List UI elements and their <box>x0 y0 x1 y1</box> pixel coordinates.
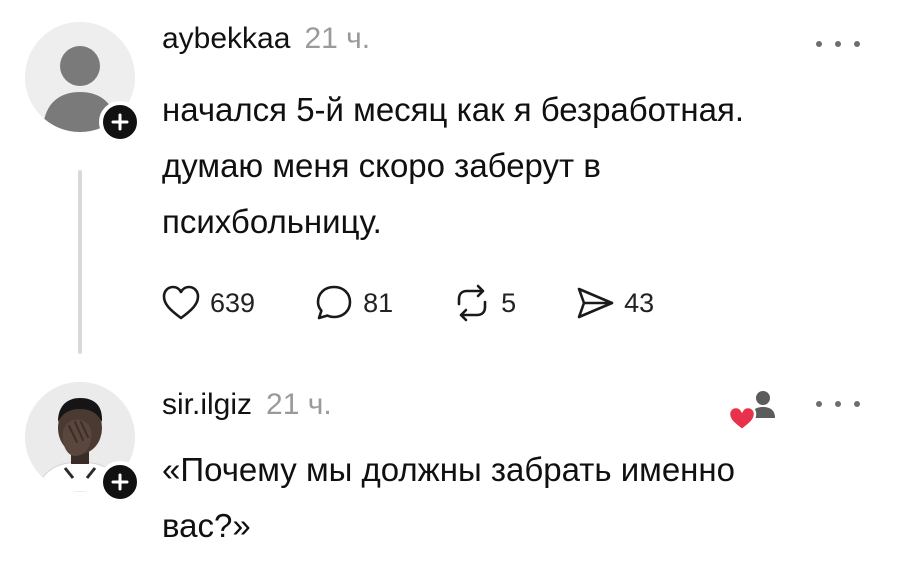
follow-button[interactable] <box>99 101 141 143</box>
follow-button[interactable] <box>99 461 141 503</box>
like-count: 639 <box>210 287 256 318</box>
comment-icon <box>316 285 352 320</box>
post-header: aybekkaa 21 ч. <box>162 22 370 56</box>
share-button[interactable]: 43 <box>574 282 654 324</box>
post-text: «Почему мы должны забрать именно вас?» <box>162 451 735 544</box>
repost-icon <box>457 284 487 322</box>
username[interactable]: aybekkaa <box>162 22 290 56</box>
heart-icon <box>162 285 200 320</box>
plus-icon <box>111 473 129 491</box>
share-count: 43 <box>624 287 655 318</box>
person-heart-icon <box>727 391 775 432</box>
more-options-icon[interactable] <box>816 394 860 414</box>
comment-button[interactable]: 81 <box>313 282 393 324</box>
post-actions: 639 81 5 43 <box>160 282 712 324</box>
post-time: 21 ч. <box>266 388 332 421</box>
comment-count: 81 <box>363 287 394 318</box>
username[interactable]: sir.ilgiz <box>162 388 252 422</box>
post: aybekkaa 21 ч. начался 5-й месяц как я б… <box>0 0 900 370</box>
post-time: 21 ч. <box>304 22 371 55</box>
post-text: начался 5-й месяц как я безработная. дум… <box>162 91 745 240</box>
send-icon <box>577 287 614 319</box>
like-button[interactable]: 639 <box>160 282 255 324</box>
post-header: sir.ilgiz 21 ч. <box>162 388 332 422</box>
thread-line <box>78 170 82 354</box>
liked-by-author-badge <box>726 388 786 432</box>
repost-button[interactable]: 5 <box>451 282 516 324</box>
more-options-icon[interactable] <box>816 34 860 54</box>
plus-icon <box>111 113 129 131</box>
repost-count: 5 <box>501 287 517 318</box>
